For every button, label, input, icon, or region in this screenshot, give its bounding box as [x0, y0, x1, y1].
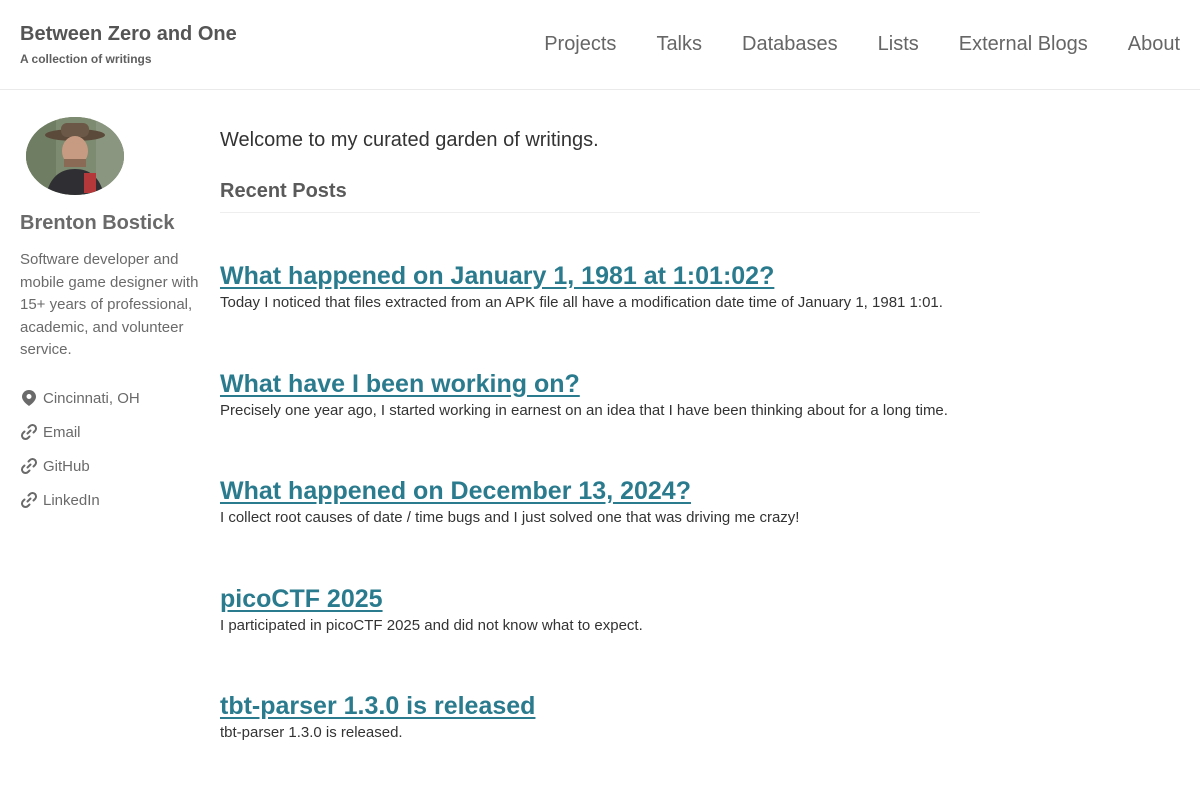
nav-item-projects[interactable]: Projects [544, 31, 616, 57]
post-title-link[interactable]: What have I been working on? [220, 369, 580, 399]
author-location-label: Cincinnati, OH [43, 389, 140, 407]
author-link-github-label: GitHub [43, 457, 90, 475]
post-title-link[interactable]: picoCTF 2025 [220, 584, 383, 614]
author-link-github[interactable]: GitHub [20, 449, 202, 483]
list-item: What happened on December 13, 2024? I co… [220, 476, 980, 584]
nav-item-databases[interactable]: Databases [742, 31, 838, 57]
site-title[interactable]: Between Zero and One [20, 23, 237, 46]
nav-item-external-blogs[interactable]: External Blogs [959, 31, 1088, 57]
link-icon [20, 491, 38, 509]
post-excerpt: I participated in picoCTF 2025 and did n… [220, 616, 643, 634]
author-location: Cincinnati, OH [20, 381, 202, 415]
author-link-linkedin-label: LinkedIn [43, 491, 100, 509]
welcome-text: Welcome to my curated garden of writings… [220, 129, 599, 151]
author-bio: Software developer and mobile game desig… [20, 251, 199, 358]
author-links: Cincinnati, OH Email GitHub LinkedIn [20, 381, 202, 517]
nav-item-lists[interactable]: Lists [878, 31, 919, 57]
masthead: Between Zero and One A collection of wri… [0, 0, 1200, 90]
post-excerpt: I collect root causes of date / time bug… [220, 509, 800, 526]
list-item: What have I been working on? Precisely o… [220, 369, 980, 477]
post-excerpt: Precisely one year ago, I started workin… [220, 401, 948, 419]
author-link-email-label: Email [43, 423, 81, 441]
avatar [26, 117, 124, 195]
post-title-link[interactable]: What happened on January 1, 1981 at 1:01… [220, 261, 774, 291]
main-content: Welcome to my curated garden of writings… [220, 125, 980, 799]
link-icon [20, 457, 38, 475]
author-link-email[interactable]: Email [20, 415, 202, 449]
post-excerpt: Today I noticed that files extracted fro… [220, 294, 943, 311]
main-nav: Projects Talks Databases Lists External … [544, 31, 1180, 57]
nav-item-about[interactable]: About [1128, 31, 1180, 57]
link-icon [20, 423, 38, 441]
recent-posts-heading: Recent Posts [220, 180, 980, 213]
map-marker-icon [20, 389, 38, 407]
author-name: Brenton Bostick [20, 212, 175, 234]
list-item: What happened on January 1, 1981 at 1:01… [220, 261, 980, 369]
list-item: picoCTF 2025 I participated in picoCTF 2… [220, 584, 980, 692]
author-link-linkedin[interactable]: LinkedIn [20, 483, 202, 517]
post-excerpt: tbt-parser 1.3.0 is released. [220, 724, 403, 741]
post-title-link[interactable]: tbt-parser 1.3.0 is released [220, 691, 535, 721]
list-item: tbt-parser 1.3.0 is released tbt-parser … [220, 691, 980, 799]
post-list: What happened on January 1, 1981 at 1:01… [220, 261, 980, 799]
nav-item-talks[interactable]: Talks [656, 31, 702, 57]
site-subtitle: A collection of writings [20, 52, 152, 66]
post-title-link[interactable]: What happened on December 13, 2024? [220, 476, 691, 506]
